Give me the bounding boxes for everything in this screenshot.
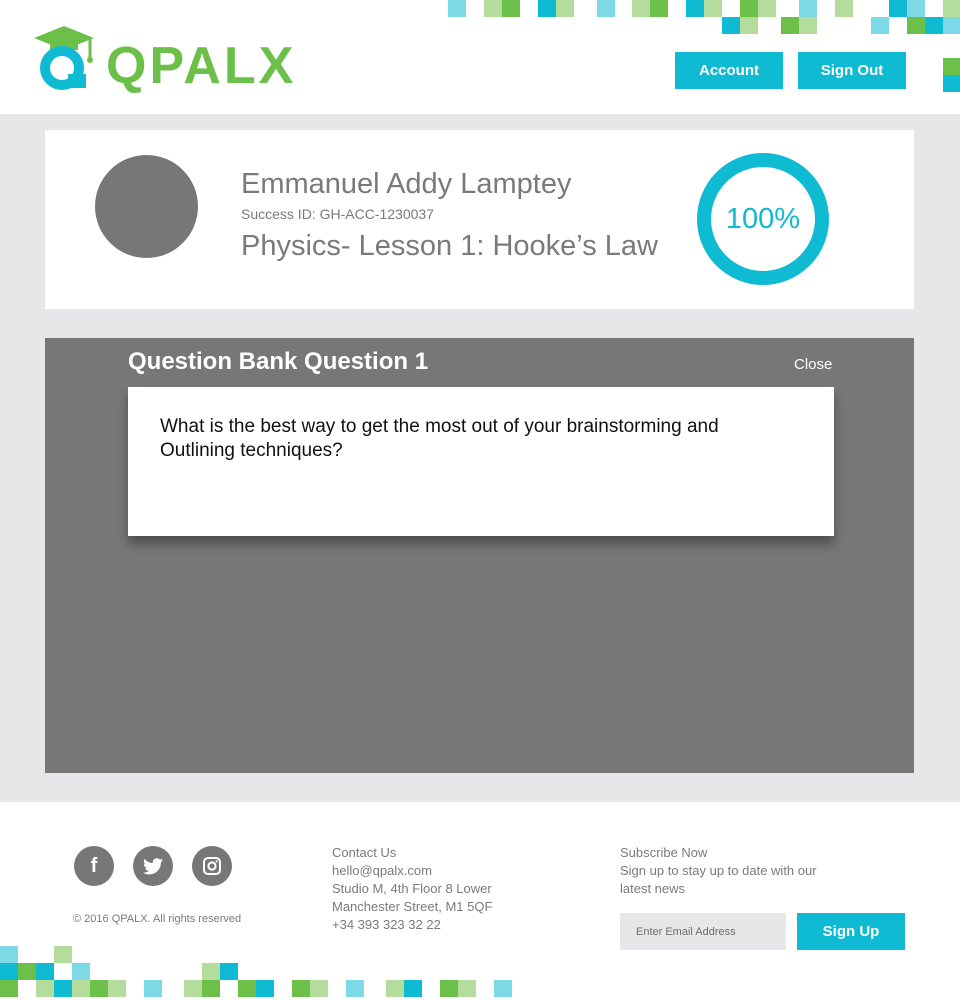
email-input[interactable] — [620, 913, 786, 950]
question-heading: Question Bank Question 1 — [128, 348, 429, 375]
question-text: What is the best way to get the most out… — [160, 416, 719, 461]
twitter-bird-icon — [143, 857, 163, 874]
user-name: Emmanuel Addy Lamptey — [241, 168, 572, 200]
twitter-icon[interactable] — [133, 846, 173, 886]
contact-phone: +34 393 323 32 22 — [332, 917, 441, 932]
instagram-camera-icon — [203, 857, 221, 875]
contact-email[interactable]: hello@qpalx.com — [332, 862, 492, 880]
contact-address-line-1: Studio M, 4th Floor 8 Lower — [332, 881, 492, 896]
instagram-icon[interactable] — [192, 846, 232, 886]
site-footer: f © 2016 QPALX. All rights reserved Cont… — [0, 802, 960, 1000]
avatar — [95, 155, 198, 258]
account-button[interactable]: Account — [675, 52, 783, 89]
progress-percent: 100% — [725, 202, 801, 235]
question-panel: Question Bank Question 1 Close What is t… — [45, 338, 914, 773]
qpalx-logo[interactable]: QPALX — [32, 24, 293, 96]
profile-card: Emmanuel Addy Lamptey Success ID: GH-ACC… — [45, 130, 914, 309]
subscribe-description: Sign up to stay up to date with our late… — [620, 863, 817, 896]
lesson-title: Physics- Lesson 1: Hooke’s Law — [241, 230, 658, 262]
site-header: QPALX Account Sign Out — [0, 0, 960, 114]
close-button[interactable]: Close — [794, 356, 832, 373]
contact-block: Contact Us hello@qpalx.com Studio M, 4th… — [332, 844, 492, 934]
sign-up-button[interactable]: Sign Up — [797, 913, 905, 950]
question-box: What is the best way to get the most out… — [128, 387, 834, 536]
logo-wordmark: QPALX — [106, 37, 297, 95]
facebook-icon[interactable]: f — [74, 846, 114, 886]
copyright: © 2016 QPALX. All rights reserved — [73, 913, 242, 925]
success-id: Success ID: GH-ACC-1230037 — [241, 206, 434, 222]
sign-out-button[interactable]: Sign Out — [798, 52, 906, 89]
graduation-cap-q-icon — [34, 26, 94, 90]
contact-address-line-2: Manchester Street, M1 5QF — [332, 899, 493, 914]
subscribe-block: Subscribe Now Sign up to stay up to date… — [620, 844, 850, 898]
subscribe-title: Subscribe Now — [620, 845, 708, 860]
contact-title: Contact Us — [332, 845, 397, 860]
